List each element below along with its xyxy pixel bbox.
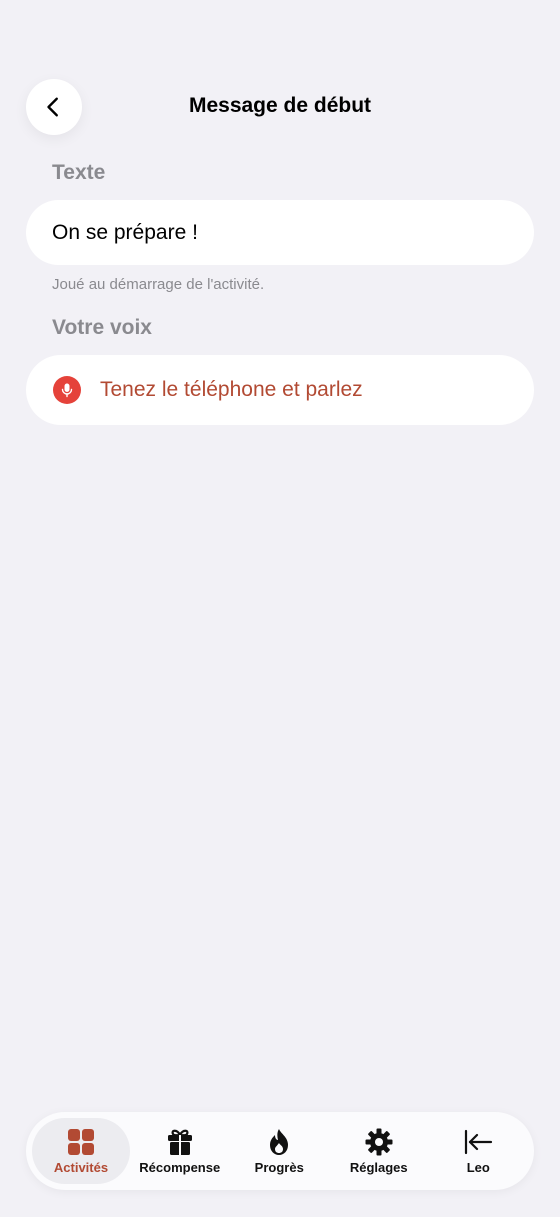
gift-icon bbox=[167, 1129, 192, 1155]
voice-section-label: Votre voix bbox=[52, 316, 152, 339]
tab-label: Récompense bbox=[139, 1160, 221, 1175]
tab-progres[interactable]: Progrès bbox=[230, 1118, 330, 1184]
tab-recompense[interactable]: Récompense bbox=[130, 1118, 230, 1184]
grid-icon bbox=[68, 1129, 94, 1155]
record-voice-label: Tenez le téléphone et parlez bbox=[100, 378, 363, 401]
bottom-tab-bar: Activités Récompense Progrès Réglages Le… bbox=[26, 1112, 534, 1190]
arrow-left-bar-icon bbox=[465, 1129, 493, 1155]
record-voice-button[interactable]: Tenez le téléphone et parlez bbox=[26, 355, 534, 425]
text-section-label: Texte bbox=[52, 161, 106, 184]
tab-label: Leo bbox=[466, 1160, 490, 1175]
tab-label: Progrès bbox=[254, 1160, 304, 1175]
message-text-field[interactable]: On se prépare ! bbox=[26, 200, 534, 265]
flame-icon bbox=[270, 1129, 289, 1155]
page-title: Message de début bbox=[188, 94, 372, 117]
microphone-icon bbox=[53, 376, 81, 404]
tab-reglages[interactable]: Réglages bbox=[329, 1118, 429, 1184]
tab-leo[interactable]: Leo bbox=[429, 1118, 529, 1184]
tab-activites[interactable]: Activités bbox=[32, 1118, 130, 1184]
screen: Message de début Texte On se prépare ! J… bbox=[0, 0, 560, 1217]
text-helper: Joué au démarrage de l'activité. bbox=[52, 276, 265, 293]
tab-label: Activités bbox=[53, 1160, 109, 1175]
gear-icon bbox=[365, 1128, 393, 1156]
tab-label: Réglages bbox=[349, 1160, 408, 1175]
